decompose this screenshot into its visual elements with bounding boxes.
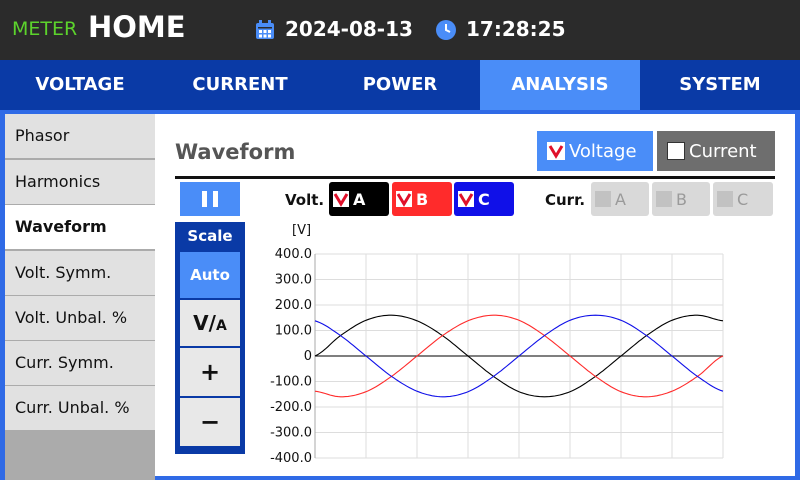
- clock-icon: [436, 20, 456, 40]
- checkbox-checked-icon: [333, 191, 349, 207]
- volt-phase-a-button[interactable]: A: [329, 182, 389, 216]
- current-toggle[interactable]: Current: [657, 131, 775, 171]
- sidebar-item-volt-unbal[interactable]: Volt. Unbal. %: [5, 296, 155, 340]
- sidebar-item-curr-unbal[interactable]: Curr. Unbal. %: [5, 386, 155, 430]
- scale-unit-main: V: [193, 311, 209, 335]
- volt-phase-c-label: C: [478, 189, 490, 209]
- scale-title: Scale: [187, 227, 233, 245]
- tab-power[interactable]: POWER: [320, 60, 480, 110]
- y-tick-label: 0: [304, 349, 312, 364]
- sidebar-item-phasor[interactable]: Phasor: [5, 114, 155, 158]
- waveform-chart: [V] 400.0 300.0 200.0 100.0 0 -100.0 -200.0 -300…: [270, 223, 724, 466]
- main-tabs: VOLTAGE CURRENT POWER ANALYSIS SYSTEM: [0, 60, 800, 110]
- voltage-toggle-label: Voltage: [569, 140, 637, 162]
- scale-unit-sub: A: [215, 318, 227, 334]
- checkbox-unchecked-icon: [667, 142, 685, 160]
- brand-meter: METER: [12, 18, 78, 40]
- y-tick-label: 300.0: [275, 273, 312, 288]
- y-tick-label: 400.0: [275, 247, 312, 262]
- curr-phase-b-label: B: [676, 189, 687, 209]
- current-toggle-label: Current: [689, 140, 757, 162]
- scale-auto-button[interactable]: Auto: [180, 252, 240, 298]
- sidebar-item-waveform[interactable]: Waveform: [5, 205, 155, 249]
- voltage-toggle[interactable]: Voltage: [537, 131, 653, 171]
- curr-phase-c-button[interactable]: C: [713, 182, 773, 216]
- date-display: 2024-08-13: [285, 17, 413, 41]
- sidebar-item-volt-symm[interactable]: Volt. Symm.: [5, 251, 155, 295]
- sidebar-item-curr-symm[interactable]: Curr. Symm.: [5, 341, 155, 385]
- y-unit-label: [V]: [292, 223, 311, 238]
- checkbox-checked-icon: [458, 191, 474, 207]
- y-tick-label: 200.0: [275, 298, 312, 313]
- checkbox-disabled-icon: [595, 191, 611, 207]
- scale-unit-button[interactable]: V/A: [180, 300, 240, 346]
- volt-phase-b-button[interactable]: B: [392, 182, 452, 216]
- panel-title: Waveform: [175, 140, 296, 164]
- tab-analysis[interactable]: ANALYSIS: [480, 60, 640, 110]
- app-header: METER HOME 2024-08-13 17:28:25: [0, 0, 800, 60]
- y-tick-label: -300.0: [270, 426, 312, 441]
- checkbox-disabled-icon: [717, 191, 733, 207]
- sidebar-item-harmonics[interactable]: Harmonics: [5, 160, 155, 204]
- tab-system[interactable]: SYSTEM: [640, 60, 800, 110]
- tab-voltage[interactable]: VOLTAGE: [0, 60, 160, 110]
- sidebar: Phasor Harmonics Waveform Volt. Symm. Vo…: [5, 114, 155, 480]
- checkbox-disabled-icon: [656, 191, 672, 207]
- curr-phase-label: Curr.: [545, 191, 586, 209]
- y-tick-label: -100.0: [270, 375, 312, 390]
- scale-panel: Scale Auto V/A + −: [175, 222, 245, 454]
- volt-phase-label: Volt.: [285, 191, 325, 209]
- volt-phase-c-button[interactable]: C: [454, 182, 514, 216]
- y-tick-label: -200.0: [270, 400, 312, 415]
- volt-phase-b-label: B: [416, 189, 429, 209]
- title-divider: [175, 176, 775, 179]
- curr-phase-b-button[interactable]: B: [652, 182, 710, 216]
- zoom-in-button[interactable]: +: [180, 348, 240, 396]
- page-title: HOME: [88, 10, 186, 44]
- curr-phase-a-label: A: [615, 189, 626, 209]
- tab-current[interactable]: CURRENT: [160, 60, 320, 110]
- y-tick-label: -400.0: [270, 451, 312, 466]
- time-display: 17:28:25: [466, 17, 566, 41]
- volt-phase-a-label: A: [353, 189, 366, 209]
- curr-phase-c-label: C: [737, 189, 749, 209]
- waveform-panel: Waveform Voltage Current Scale Auto V/A …: [155, 114, 795, 476]
- calendar-icon: [256, 20, 274, 39]
- curr-phase-a-button[interactable]: A: [591, 182, 649, 216]
- checkbox-checked-icon: [547, 142, 565, 160]
- zoom-out-button[interactable]: −: [180, 398, 240, 446]
- y-tick-label: 100.0: [275, 324, 312, 339]
- pause-icon: [202, 191, 218, 207]
- pause-button[interactable]: [180, 182, 240, 216]
- checkbox-checked-icon: [396, 191, 412, 207]
